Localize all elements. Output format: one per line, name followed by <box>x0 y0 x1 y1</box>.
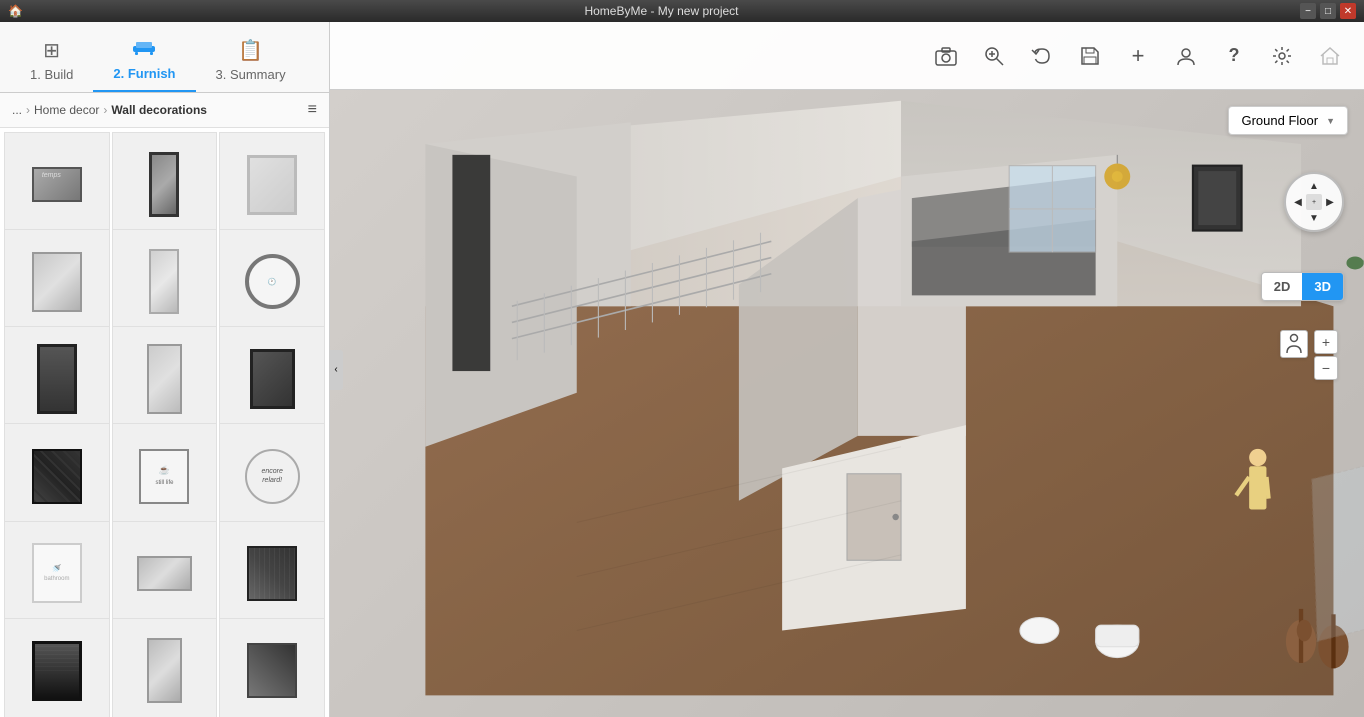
camera-button[interactable] <box>928 38 964 74</box>
floor-selector[interactable]: Ground Floor <box>1228 106 1348 135</box>
breadcrumb-category[interactable]: Wall decorations <box>111 103 207 117</box>
breadcrumb-home-decor[interactable]: Home decor <box>34 103 99 117</box>
compass-center[interactable]: + <box>1306 194 1322 210</box>
home-button[interactable] <box>1312 38 1348 74</box>
item-thumbnail <box>15 338 98 421</box>
view-2d-button[interactable]: 2D <box>1262 273 1303 300</box>
zoom-out-button[interactable]: − <box>1314 356 1338 380</box>
list-item[interactable] <box>112 326 218 432</box>
item-thumbnail: 🕐 <box>231 241 314 324</box>
item-thumbnail <box>123 532 206 615</box>
build-icon: ⊞ <box>43 38 60 63</box>
compass-placeholder-tl <box>1290 178 1306 194</box>
sidebar: ⊞ 1. Build 2. Furnish 📋 3. Summary <box>0 22 330 717</box>
app-container: ⊞ 1. Build 2. Furnish 📋 3. Summary <box>0 22 1364 717</box>
titlebar-title: HomeByMe - My new project <box>584 4 738 18</box>
list-item[interactable]: temps <box>4 132 110 238</box>
zoom-in-button[interactable]: + <box>1314 330 1338 354</box>
scene-viewport[interactable] <box>330 22 1364 717</box>
undo-button[interactable] <box>1024 38 1060 74</box>
close-button[interactable]: ✕ <box>1340 3 1356 19</box>
list-item[interactable]: 🚿bathroom <box>4 521 110 627</box>
item-thumbnail <box>15 629 98 712</box>
compass-controls: ▲ ◀ + ▶ ▼ <box>1290 178 1338 226</box>
summary-icon: 📋 <box>238 38 263 63</box>
item-thumbnail: 🚿bathroom <box>15 532 98 615</box>
breadcrumb: ... › Home decor › Wall decorations ≡ <box>0 93 329 128</box>
item-thumbnail: temps <box>15 143 98 226</box>
compass-down-arrow[interactable]: ▼ <box>1306 210 1322 226</box>
list-item[interactable] <box>4 229 110 335</box>
item-thumbnail <box>231 338 314 421</box>
floor-selector-label: Ground Floor <box>1241 113 1318 128</box>
breadcrumb-sep-1: › <box>26 103 30 117</box>
compass-placeholder-bl <box>1290 210 1306 226</box>
person-scale-icon[interactable] <box>1280 330 1308 358</box>
tab-build[interactable]: ⊞ 1. Build <box>10 30 93 92</box>
item-thumbnail: ☕still life <box>123 435 206 518</box>
compass-left-arrow[interactable]: ◀ <box>1290 194 1306 210</box>
list-item[interactable]: ☕still life <box>112 423 218 529</box>
titlebar: 🏠 HomeByMe - My new project − □ ✕ <box>0 0 1364 22</box>
furnish-icon <box>132 38 156 62</box>
list-item[interactable] <box>219 326 325 432</box>
item-thumbnail <box>123 629 206 712</box>
view-3d-button[interactable]: 3D <box>1302 273 1343 300</box>
tab-furnish[interactable]: 2. Furnish <box>93 30 195 92</box>
compass-right-arrow[interactable]: ▶ <box>1322 194 1338 210</box>
item-thumbnail <box>231 532 314 615</box>
item-thumbnail <box>231 629 314 712</box>
tab-bar: ⊞ 1. Build 2. Furnish 📋 3. Summary <box>0 22 329 93</box>
tab-summary-label: 3. Summary <box>216 67 286 82</box>
tab-build-label: 1. Build <box>30 67 73 82</box>
list-item[interactable] <box>219 132 325 238</box>
list-item[interactable]: encorerelard! <box>219 423 325 529</box>
item-thumbnail <box>231 143 314 226</box>
list-item[interactable] <box>4 326 110 432</box>
item-thumbnail <box>15 435 98 518</box>
compass-up-arrow[interactable]: ▲ <box>1306 178 1322 194</box>
zoom-controls: + − <box>1314 330 1338 380</box>
sidebar-toggle[interactable]: ‹ <box>329 350 343 390</box>
list-item[interactable] <box>219 521 325 627</box>
breadcrumb-root[interactable]: ... <box>12 103 22 117</box>
add-button[interactable]: + <box>1120 38 1156 74</box>
item-thumbnail <box>123 241 206 324</box>
top-toolbar: + ? <box>330 22 1364 90</box>
room-scene <box>330 90 1364 717</box>
compass-placeholder-br <box>1322 210 1338 226</box>
breadcrumb-sep-2: › <box>103 103 107 117</box>
list-item[interactable] <box>112 229 218 335</box>
item-thumbnail <box>123 143 206 226</box>
item-thumbnail <box>123 338 206 421</box>
list-item[interactable] <box>4 618 110 717</box>
viewport: + ? <box>330 22 1364 717</box>
list-item[interactable] <box>4 423 110 529</box>
settings-button[interactable] <box>1264 38 1300 74</box>
save-button[interactable] <box>1072 38 1108 74</box>
minimize-button[interactable]: − <box>1300 3 1316 19</box>
list-item[interactable] <box>112 618 218 717</box>
list-item[interactable] <box>112 521 218 627</box>
nav-compass[interactable]: ▲ ◀ + ▶ ▼ <box>1284 172 1344 232</box>
list-view-icon[interactable]: ≡ <box>308 101 317 118</box>
list-item[interactable]: 🕐 <box>219 229 325 335</box>
tab-summary[interactable]: 📋 3. Summary <box>196 30 306 92</box>
help-button[interactable]: ? <box>1216 38 1252 74</box>
list-item[interactable] <box>112 132 218 238</box>
titlebar-controls: − □ ✕ <box>1300 3 1356 19</box>
titlebar-icon: 🏠 <box>8 4 23 18</box>
view-toggle: 2D 3D <box>1261 272 1344 301</box>
item-grid: temps <box>0 128 329 717</box>
zoom-fit-button[interactable] <box>976 38 1012 74</box>
profile-button[interactable] <box>1168 38 1204 74</box>
list-item[interactable] <box>219 618 325 717</box>
tab-furnish-label: 2. Furnish <box>113 66 175 81</box>
item-thumbnail <box>15 241 98 324</box>
maximize-button[interactable]: □ <box>1320 3 1336 19</box>
compass-placeholder-tr <box>1322 178 1338 194</box>
item-thumbnail: encorerelard! <box>231 435 314 518</box>
